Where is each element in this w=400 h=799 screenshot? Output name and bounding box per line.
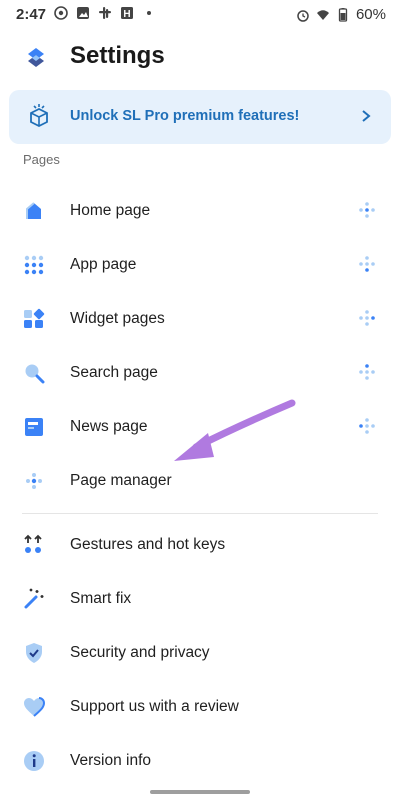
slack-icon bbox=[99, 7, 111, 19]
row-label: Version info bbox=[70, 752, 151, 769]
info-icon bbox=[24, 751, 44, 771]
battery-icon bbox=[338, 7, 348, 22]
drag-handle-icon[interactable] bbox=[358, 363, 376, 381]
svg-text:H: H bbox=[123, 9, 130, 20]
header: Settings bbox=[0, 30, 400, 84]
chevron-right-icon bbox=[362, 110, 371, 122]
status-bar: 2:47 H 60% bbox=[0, 0, 400, 30]
settings-row-gestures[interactable]: Gestures and hot keys bbox=[0, 518, 400, 572]
whatsapp-icon bbox=[54, 6, 68, 20]
gesture-nav-handle[interactable] bbox=[150, 790, 250, 794]
shield-check-icon bbox=[26, 643, 42, 663]
unlock-pro-banner[interactable]: Unlock SL Pro premium features! bbox=[9, 90, 391, 144]
app-logo-icon bbox=[28, 48, 44, 67]
gallery-icon bbox=[77, 7, 89, 19]
settings-row-security[interactable]: Security and privacy bbox=[0, 626, 400, 680]
row-label: Search page bbox=[70, 364, 158, 381]
section-divider bbox=[22, 513, 378, 514]
magic-wand-icon bbox=[24, 588, 44, 609]
pro-gift-icon bbox=[30, 104, 48, 128]
battery-percent: 60% bbox=[355, 6, 386, 23]
home-icon bbox=[26, 202, 41, 219]
widgets-icon bbox=[24, 308, 45, 328]
settings-row-news-page[interactable]: News page bbox=[0, 400, 400, 454]
gestures-icon bbox=[24, 534, 42, 553]
drag-handle-icon[interactable] bbox=[358, 201, 376, 219]
settings-row-smart-fix[interactable]: Smart fix bbox=[0, 572, 400, 626]
notification-icons: H bbox=[54, 6, 156, 20]
dot-icon bbox=[147, 11, 151, 15]
search-icon bbox=[25, 364, 45, 384]
drag-handle-icon[interactable] bbox=[358, 309, 376, 327]
drag-handle-icon[interactable] bbox=[358, 417, 376, 435]
row-label: News page bbox=[70, 418, 148, 435]
row-label: Security and privacy bbox=[70, 644, 210, 661]
row-label: Smart fix bbox=[70, 590, 132, 607]
page-manager-icon bbox=[26, 473, 42, 489]
settings-row-home-page[interactable]: Home page bbox=[0, 184, 400, 238]
settings-row-page-manager[interactable]: Page manager bbox=[0, 454, 400, 508]
row-label: Gestures and hot keys bbox=[70, 536, 226, 553]
settings-row-widget-pages[interactable]: Widget pages bbox=[0, 292, 400, 346]
system-icons: 60% bbox=[296, 6, 386, 23]
news-icon bbox=[25, 418, 43, 436]
app-grid-icon bbox=[24, 255, 44, 275]
heart-icon bbox=[24, 697, 46, 717]
settings-row-app-page[interactable]: App page bbox=[0, 238, 400, 292]
unlock-pro-text: Unlock SL Pro premium features! bbox=[70, 108, 300, 124]
page-title: Settings bbox=[70, 42, 165, 69]
hnews-icon: H bbox=[121, 7, 133, 20]
drag-handle-icon[interactable] bbox=[358, 255, 376, 273]
wifi-icon bbox=[316, 9, 329, 20]
row-label: Widget pages bbox=[70, 310, 165, 327]
settings-row-search-page[interactable]: Search page bbox=[0, 346, 400, 400]
row-label: Home page bbox=[70, 202, 151, 219]
settings-row-support-review[interactable]: Support us with a review bbox=[0, 680, 400, 734]
row-label: Support us with a review bbox=[70, 698, 239, 715]
status-time: 2:47 bbox=[16, 6, 47, 23]
row-label: App page bbox=[70, 256, 137, 273]
row-label: Page manager bbox=[70, 472, 172, 489]
alarm-icon bbox=[297, 9, 309, 22]
section-label-pages: Pages bbox=[23, 152, 60, 167]
settings-row-version-info[interactable]: Version info bbox=[0, 734, 400, 788]
